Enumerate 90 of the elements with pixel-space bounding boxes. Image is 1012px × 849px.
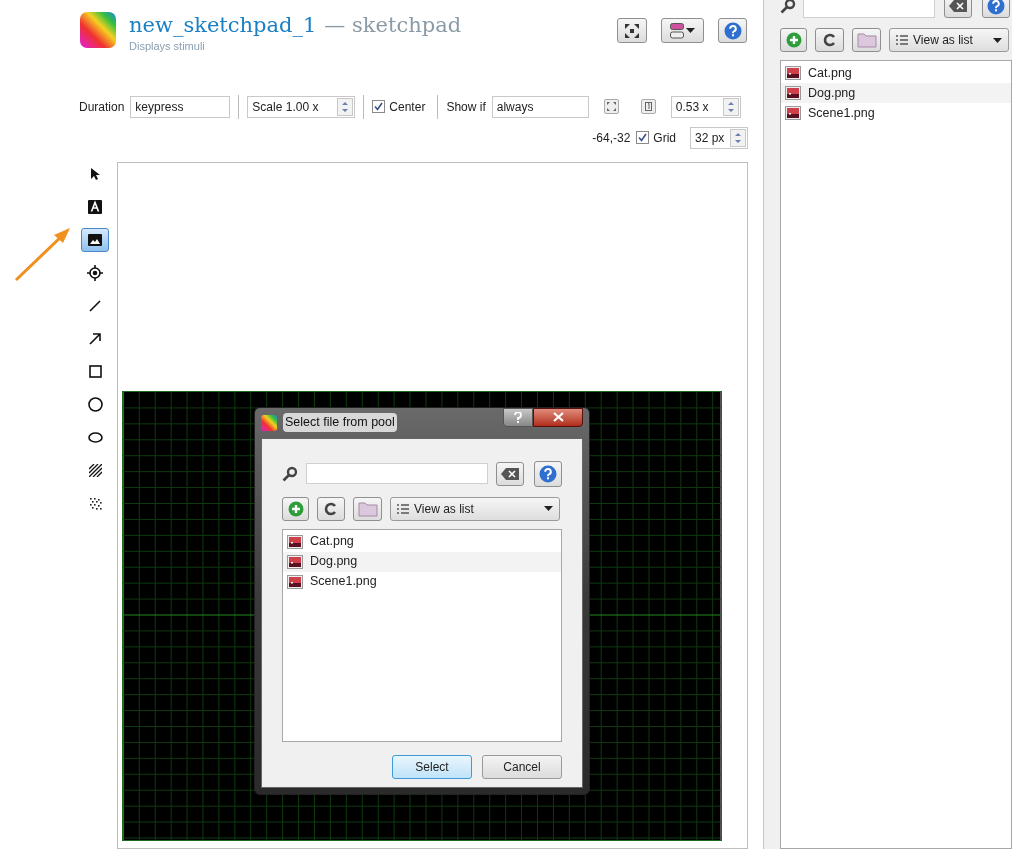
app-logo <box>80 12 116 48</box>
pointer-icon <box>90 166 100 181</box>
tool-button[interactable] <box>81 227 109 252</box>
help-button[interactable] <box>503 407 533 427</box>
grid-size-spinbox[interactable]: 32 px <box>690 126 748 149</box>
checkbox[interactable] <box>636 131 650 144</box>
dialog-title: Select file from pool <box>283 413 397 432</box>
folder-button[interactable] <box>852 28 881 52</box>
select-button[interactable]: Select <box>392 754 472 779</box>
fullscreen-button[interactable] <box>617 18 647 43</box>
add-icon <box>785 32 802 48</box>
expand-icon <box>625 23 639 38</box>
add-button[interactable] <box>780 28 807 52</box>
toggle-icon <box>670 22 684 39</box>
duration-field[interactable]: keypress <box>130 95 231 118</box>
list-icon <box>397 503 409 514</box>
clear-icon <box>949 0 967 12</box>
image-file-icon <box>287 574 303 589</box>
image-file-icon <box>287 534 303 549</box>
list-icon <box>896 35 908 45</box>
search-field[interactable] <box>305 463 489 484</box>
view-dropdown[interactable]: View as list <box>889 28 1009 52</box>
one-to-one-icon <box>644 102 652 111</box>
file-item[interactable]: Dog.png <box>781 83 1011 103</box>
ellipse-icon <box>87 432 103 443</box>
search-icon <box>780 0 796 14</box>
image-tool-icon <box>88 233 102 246</box>
app-logo <box>261 414 277 431</box>
checkbox[interactable] <box>372 100 386 113</box>
close-icon <box>552 412 564 422</box>
zoom-spinbox[interactable]: 0.53 x <box>670 95 741 118</box>
cursor-coordinates: -64,-32 <box>592 129 631 147</box>
crosshair-icon <box>87 264 103 281</box>
refresh-button[interactable] <box>815 28 844 52</box>
refresh-button[interactable] <box>317 496 345 521</box>
clear-button[interactable] <box>496 461 525 486</box>
folder-icon <box>357 500 378 517</box>
file-name: Scene1.png <box>310 573 377 591</box>
fit-icon <box>606 102 616 111</box>
file-name: Dog.png <box>808 84 856 102</box>
folder-icon <box>856 32 877 48</box>
fit-button[interactable] <box>603 99 619 114</box>
caret-icon <box>993 37 1002 43</box>
image-file-icon <box>785 106 801 120</box>
help-icon <box>723 21 742 40</box>
image-file-icon <box>785 66 801 80</box>
view-label: View as list <box>414 500 474 518</box>
show-if-label: Show if <box>446 98 486 116</box>
search-icon <box>282 465 298 482</box>
rectangle-icon <box>88 365 102 378</box>
view-label: View as list <box>913 32 973 49</box>
options-button[interactable] <box>661 18 704 43</box>
help-icon <box>987 0 1005 15</box>
refresh-icon <box>324 501 338 516</box>
scale-spinbox[interactable]: Scale 1.00 x <box>247 95 356 118</box>
file-name: Scene1.png <box>808 104 875 122</box>
checkbox-label: Center <box>389 98 426 116</box>
refresh-icon <box>822 33 837 47</box>
image-file-icon <box>785 86 801 100</box>
search-field[interactable] <box>803 0 935 18</box>
file-name: Cat.png <box>310 533 354 551</box>
view-dropdown[interactable]: View as list <box>390 496 560 521</box>
noise-icon <box>88 497 102 510</box>
stripes-icon <box>88 464 102 477</box>
folder-button[interactable] <box>353 496 382 521</box>
clear-button[interactable] <box>944 0 972 18</box>
file-name: Cat.png <box>808 64 852 82</box>
cancel-button[interactable]: Cancel <box>482 754 562 779</box>
text-tool-icon <box>88 199 102 214</box>
item-description: Displays stimuli <box>129 39 206 54</box>
caret-icon <box>544 506 553 511</box>
item-title: new_sketchpad_1 <box>129 12 317 38</box>
file-name: Dog.png <box>310 553 358 571</box>
show-if-field[interactable]: always <box>491 95 589 118</box>
image-file-icon <box>287 554 303 569</box>
caret-icon <box>686 28 695 33</box>
duration-label: Duration <box>79 98 125 116</box>
actual-size-button[interactable] <box>640 99 656 114</box>
checkbox-label: Grid <box>653 129 676 147</box>
add-icon <box>287 500 304 517</box>
close-button[interactable] <box>533 407 583 427</box>
clear-icon <box>501 467 520 480</box>
arrow-icon <box>89 332 101 345</box>
add-button[interactable] <box>282 496 309 521</box>
question-icon <box>514 411 522 423</box>
line-icon <box>89 299 101 312</box>
item-type: — sketchpad <box>324 12 462 38</box>
circle-icon <box>87 397 103 412</box>
file-item[interactable]: Dog.png <box>283 551 561 572</box>
help-icon <box>539 464 558 483</box>
